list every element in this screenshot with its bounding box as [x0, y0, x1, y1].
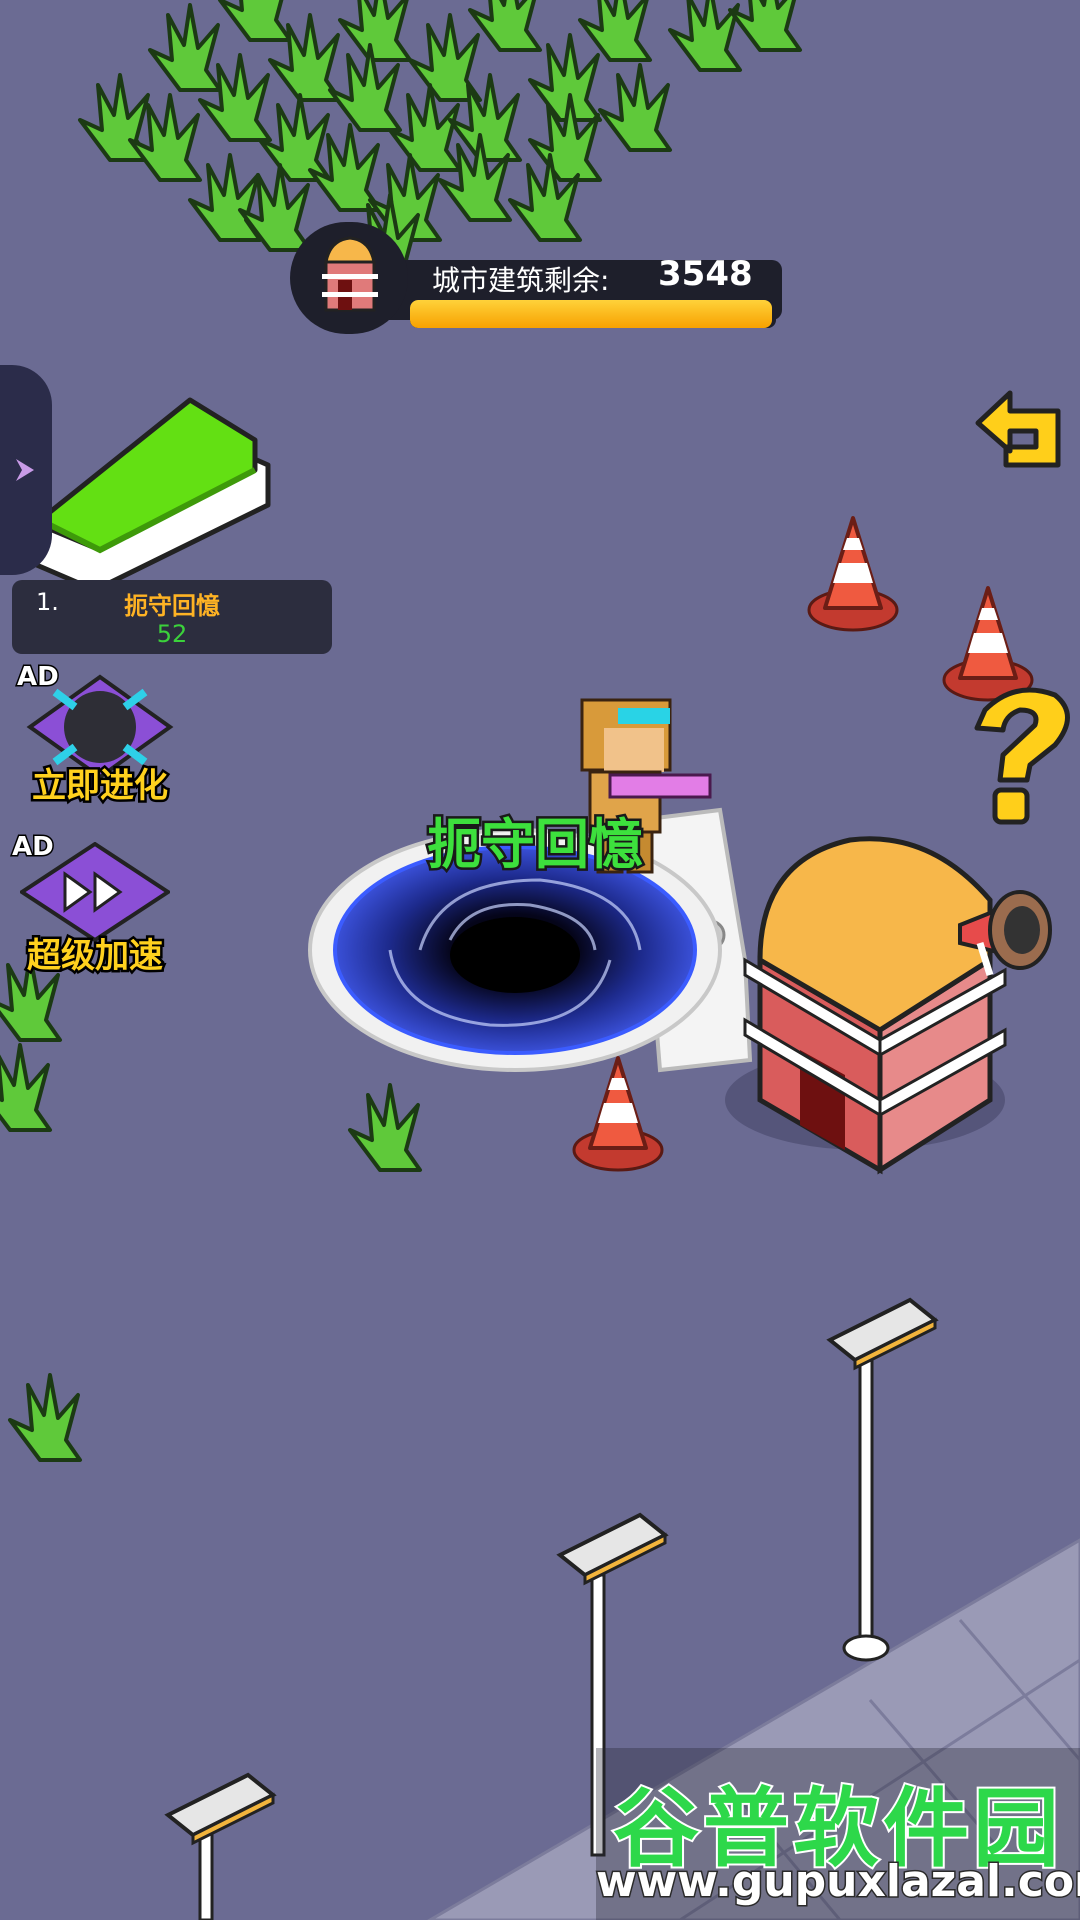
hud-remaining-count: 3548: [658, 254, 753, 294]
hud-icon-frame: [290, 222, 408, 334]
ad-badge: AD: [16, 661, 61, 694]
evolve-now-label: 立即进化: [30, 764, 171, 809]
side-drawer-tab[interactable]: [0, 365, 52, 575]
green-bed: [22, 397, 271, 593]
question-mark-icon[interactable]: [955, 680, 1080, 830]
traffic-cone: [807, 516, 899, 632]
megaphone-icon[interactable]: [950, 885, 1060, 985]
leaderboard-entry: 1. 扼守回憶 52: [12, 580, 332, 654]
building-icon: [322, 236, 378, 312]
chevron-right-icon: [16, 459, 34, 481]
rank-score: 52: [156, 620, 188, 648]
watermark: 谷普软件园 www.gupuxlazal.com: [595, 1748, 1080, 1920]
ad-badge: AD: [11, 831, 56, 864]
evolve-now-button[interactable]: AD 立即进化: [5, 661, 195, 812]
progress-bar: [410, 300, 776, 328]
super-speed-button[interactable]: AD 超级加速: [0, 831, 190, 982]
buildings-remaining-hud: 城市建筑剩余: 3548: [290, 222, 790, 334]
return-arrow-icon[interactable]: [970, 385, 1076, 475]
player-name-tag: 扼守回憶: [425, 811, 646, 879]
watermark-url: www.gupuxlazal.com: [595, 1855, 1080, 1909]
street-lamp: [828, 1298, 937, 1662]
rank-player-name: 扼守回憶: [124, 592, 220, 620]
street-lamp: [166, 1773, 275, 1920]
traffic-cone: [572, 1056, 664, 1172]
hud-label: 城市建筑剩余:: [432, 264, 610, 297]
progress-bar-fill: [410, 300, 773, 328]
super-speed-label: 超级加速: [25, 934, 166, 979]
